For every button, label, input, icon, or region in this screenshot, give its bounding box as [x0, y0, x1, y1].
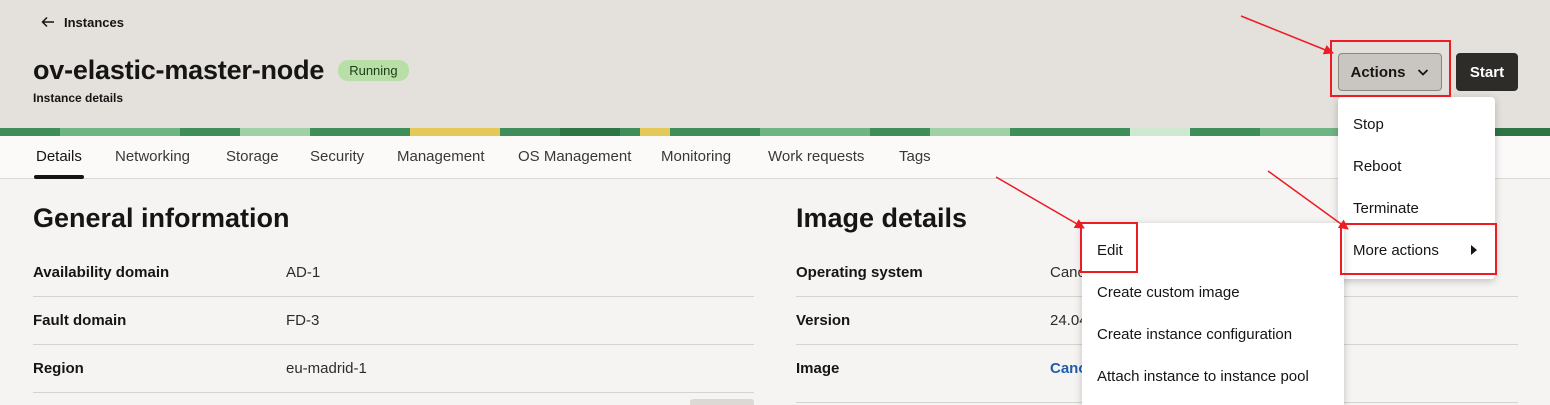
horizontal-scrollbar[interactable]	[690, 399, 754, 405]
back-to-instances-link[interactable]: Instances	[40, 14, 124, 30]
tab-management[interactable]: Management	[397, 148, 485, 165]
row-divider	[33, 392, 754, 393]
active-tab-indicator	[34, 175, 84, 179]
page-subtitle: Instance details	[33, 91, 124, 105]
page-header: Instances ov-elastic-master-node Running…	[0, 0, 1550, 136]
back-link-label: Instances	[64, 14, 124, 30]
version-label: Version	[796, 312, 851, 329]
fault-domain-value: FD-3	[286, 312, 320, 329]
annotation-box-more-actions	[1340, 223, 1497, 275]
operating-system-label: Operating system	[796, 264, 923, 281]
menu-item-attach-to-instance-pool[interactable]: Attach instance to instance pool	[1082, 355, 1344, 397]
region-label: Region	[33, 360, 84, 377]
menu-item-create-instance-configuration[interactable]: Create instance configuration	[1082, 313, 1344, 355]
tab-networking[interactable]: Networking	[115, 148, 190, 165]
tab-storage[interactable]: Storage	[226, 148, 279, 165]
fault-domain-label: Fault domain	[33, 312, 127, 329]
annotation-arrow-more-actions	[1267, 170, 1349, 230]
tab-work-requests[interactable]: Work requests	[768, 148, 864, 165]
tab-details[interactable]: Details	[36, 148, 82, 165]
tab-os-management[interactable]: OS Management	[518, 148, 631, 165]
menu-item-stop[interactable]: Stop	[1338, 103, 1495, 145]
tab-bar: Details Networking Storage Security Mana…	[0, 136, 1550, 179]
start-button[interactable]: Start	[1456, 53, 1518, 91]
tab-monitoring[interactable]: Monitoring	[661, 148, 731, 165]
tab-security[interactable]: Security	[310, 148, 364, 165]
annotation-box-edit	[1080, 222, 1138, 273]
menu-item-create-custom-image[interactable]: Create custom image	[1082, 271, 1344, 313]
region-value: eu-madrid-1	[286, 360, 367, 377]
status-badge: Running	[338, 60, 409, 81]
title-row: ov-elastic-master-node Running	[33, 55, 409, 86]
tab-tags[interactable]: Tags	[899, 148, 931, 165]
menu-item-reboot[interactable]: Reboot	[1338, 145, 1495, 187]
page-title: ov-elastic-master-node	[33, 55, 325, 85]
row-divider	[33, 344, 754, 345]
decorative-banner	[0, 128, 1550, 136]
image-details-heading: Image details	[796, 203, 968, 233]
availability-domain-value: AD-1	[286, 264, 321, 281]
general-information-heading: General information	[33, 203, 290, 233]
image-label: Image	[796, 360, 840, 377]
annotation-arrow-edit	[995, 176, 1085, 229]
annotation-box-actions	[1330, 40, 1451, 97]
arrow-left-icon	[41, 16, 54, 28]
availability-domain-label: Availability domain	[33, 264, 170, 281]
row-divider	[33, 296, 754, 297]
